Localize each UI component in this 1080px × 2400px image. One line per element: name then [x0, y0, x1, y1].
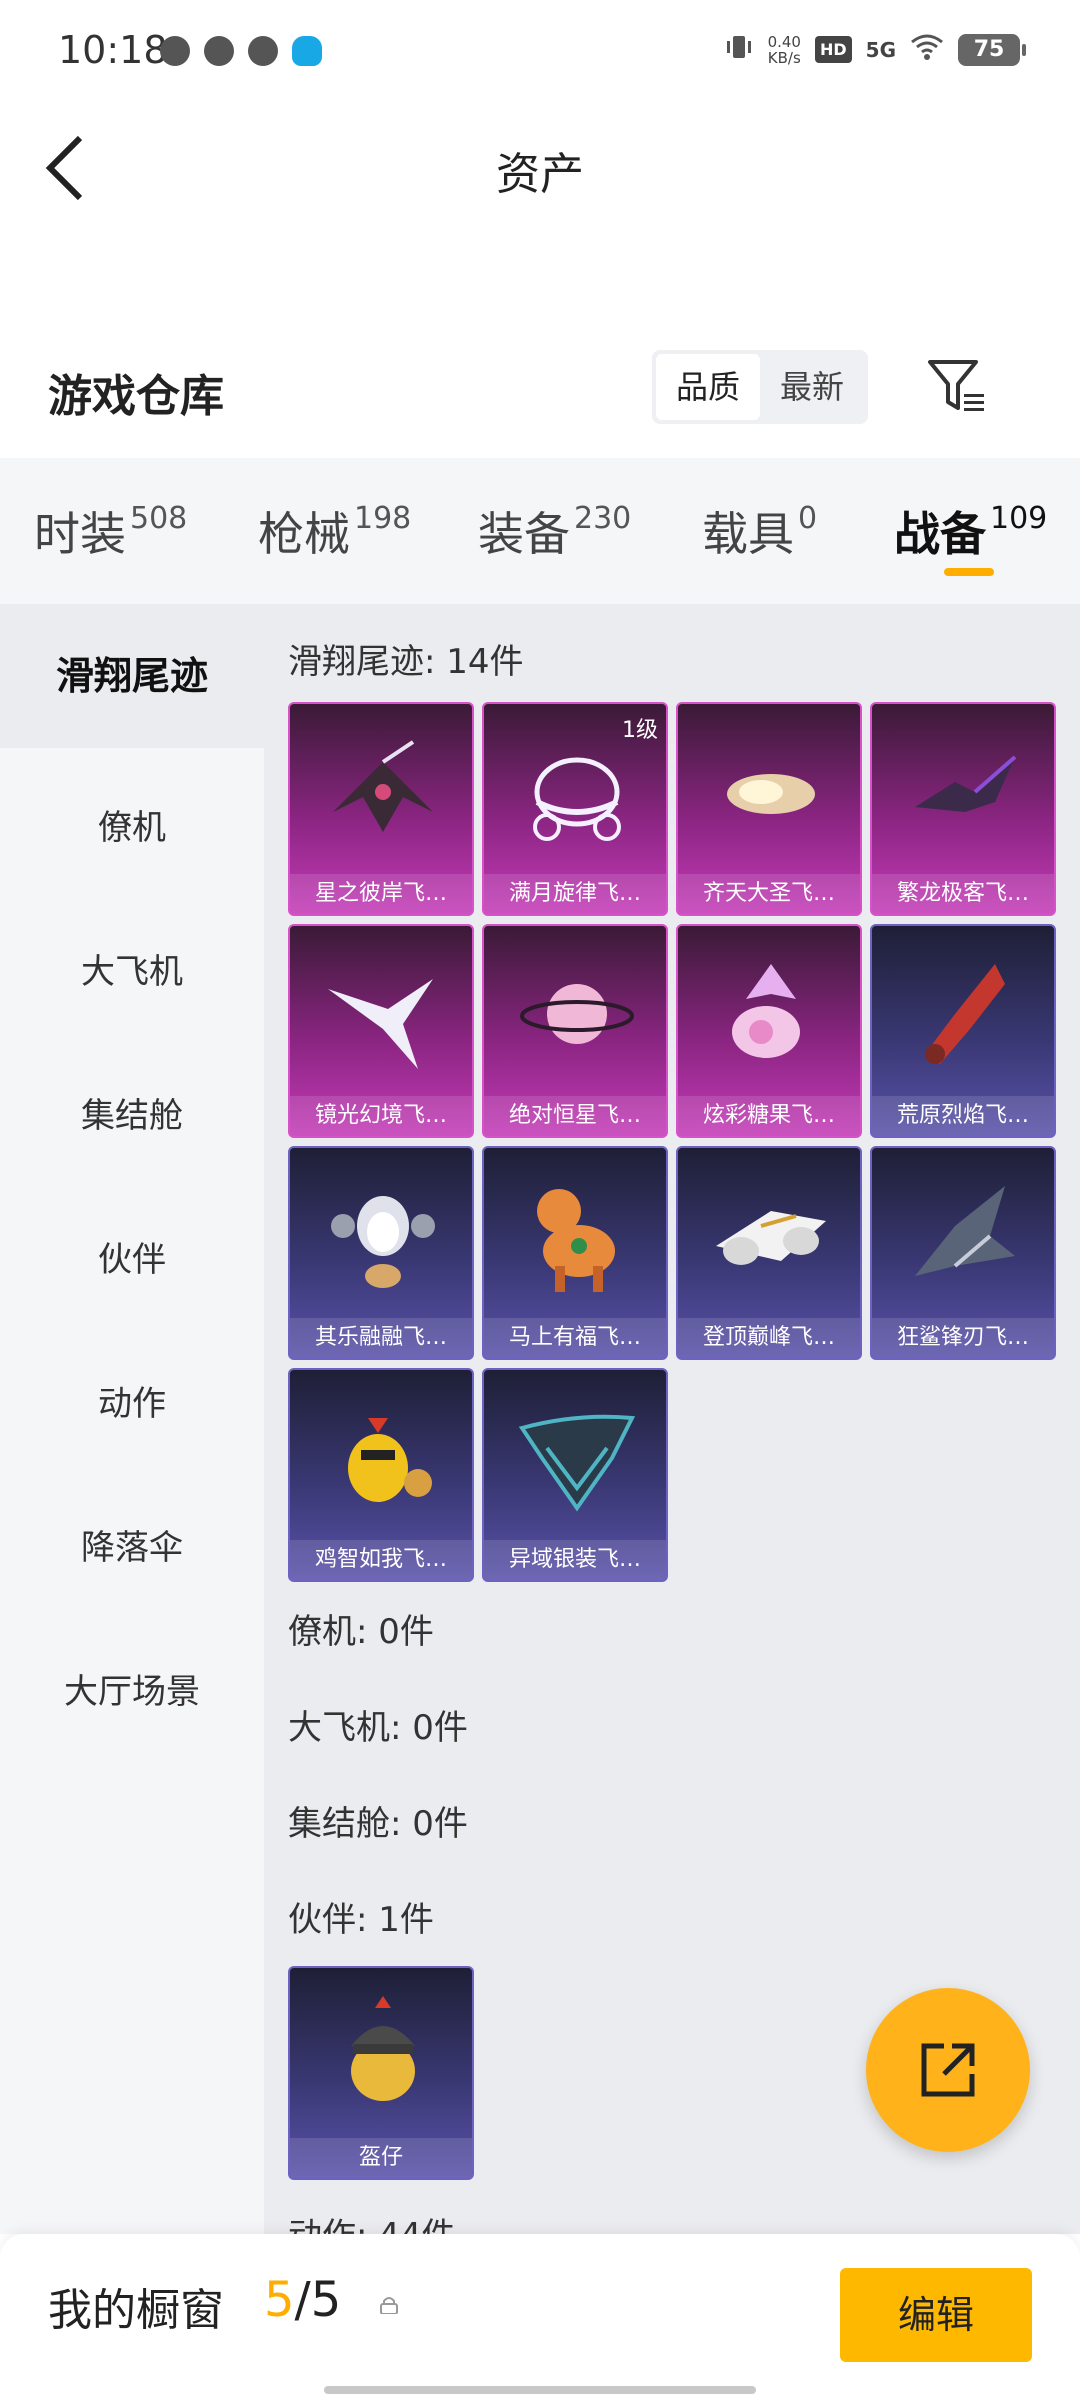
sidebar-item-wingman[interactable]: 僚机	[0, 800, 264, 849]
showcase-title: 我的橱窗	[48, 2285, 224, 2336]
dragon-wing-icon	[915, 755, 1017, 812]
lock-icon	[380, 2297, 398, 2314]
item-name: 炫彩糖果飞…	[678, 1096, 860, 1136]
status-time: 10:18	[58, 28, 168, 72]
item-name: 鸡智如我飞…	[290, 1540, 472, 1580]
item-name: 登顶巅峰飞…	[678, 1318, 860, 1358]
sidebar-item-partner[interactable]: 伙伴	[0, 1232, 264, 1281]
item-card[interactable]: 其乐融融飞…	[288, 1146, 474, 1360]
star-shore-glider-icon	[333, 740, 433, 832]
item-name: 齐天大圣飞…	[678, 874, 860, 914]
item-card[interactable]: 马上有福飞…	[482, 1146, 668, 1360]
item-card[interactable]: 炫彩糖果飞…	[676, 924, 862, 1138]
active-tab-indicator	[944, 568, 994, 576]
planet-icon	[520, 984, 634, 1044]
status-bar: 10:18 0.40 KB/s HD 5G 75	[0, 0, 1080, 104]
sidebar-item-assembly[interactable]: 集结舱	[0, 1088, 264, 1137]
jet-icon	[716, 1211, 826, 1265]
filter-icon	[928, 360, 984, 411]
tab-fashion[interactable]: 时装 508	[34, 498, 187, 564]
item-level: 1级	[622, 718, 658, 743]
tab-vehicles[interactable]: 载具 0	[702, 498, 817, 564]
browser-app-icon	[248, 36, 278, 66]
candy-icon	[732, 964, 800, 1058]
item-card[interactable]: 镜光幻境飞…	[288, 924, 474, 1138]
flame-blade-icon	[925, 964, 1005, 1064]
item-card[interactable]: 齐天大圣飞…	[676, 702, 862, 916]
external-link-icon	[921, 2043, 975, 2097]
section-title-assembly: 集结舱: 0件	[288, 1804, 468, 1844]
helmet-chick-icon	[351, 1996, 415, 2101]
section-title-big-plane: 大飞机: 0件	[288, 1708, 468, 1748]
item-name: 异域银装飞…	[484, 1540, 666, 1580]
item-card[interactable]: 绝对恒星飞…	[482, 924, 668, 1138]
edit-button[interactable]: 编辑	[840, 2268, 1032, 2362]
item-card[interactable]: 登顶巅峰飞…	[676, 1146, 862, 1360]
warehouse-title: 游戏仓库	[48, 371, 224, 422]
filter-button[interactable]	[924, 356, 988, 416]
item-name: 盔仔	[290, 2138, 472, 2178]
shark-icon	[915, 1186, 1015, 1276]
section-title-action: 动作: 44件	[288, 2208, 456, 2234]
sidebar-item-action[interactable]: 动作	[0, 1376, 264, 1425]
sidebar-item-big-plane[interactable]: 大飞机	[0, 944, 264, 993]
item-name: 星之彼岸飞…	[290, 874, 472, 914]
item-card[interactable]: 1级 满月旋律飞…	[482, 702, 668, 916]
home-indicator[interactable]	[324, 2386, 756, 2394]
page-title: 资产	[496, 149, 584, 200]
sidebar-item-lobby-scene[interactable]: 大厅场景	[0, 1664, 264, 1713]
sort-toggle: 品质 最新	[652, 350, 868, 424]
system-icons: 0.40 KB/s HD 5G 75	[724, 32, 1026, 67]
notification-icons	[160, 36, 322, 66]
tab-equipment[interactable]: 装备 230	[478, 498, 631, 564]
wechat-icon	[160, 36, 190, 66]
item-card[interactable]: 繁龙极客飞…	[870, 702, 1056, 916]
section-title-glide-trail: 滑翔尾迹: 14件	[288, 642, 524, 682]
item-name: 狂鲨锋刃飞…	[872, 1318, 1054, 1358]
sidebar: 滑翔尾迹 僚机 大飞机 集结舱 伙伴 动作 降落伞 大厅场景	[0, 604, 264, 2234]
horse-icon	[537, 1189, 615, 1292]
penguin-icon	[331, 1196, 435, 1288]
category-tabs: 时装 508 枪械 198 装备 230 载具 0 战备 109	[0, 458, 1080, 604]
item-name: 绝对恒星飞…	[484, 1096, 666, 1136]
section-title-partner: 伙伴: 1件	[288, 1900, 434, 1940]
item-card[interactable]: 鸡智如我飞…	[288, 1368, 474, 1582]
battery-indicator: 75	[958, 33, 1026, 66]
item-card[interactable]: 盔仔	[288, 1966, 474, 2180]
vibrate-icon	[724, 32, 754, 67]
item-card[interactable]: 星之彼岸飞…	[288, 702, 474, 916]
share-button[interactable]	[866, 1988, 1030, 2152]
sort-quality-button[interactable]: 品质	[656, 354, 760, 420]
showcase-bar: 我的橱窗 5/5 编辑	[0, 2234, 1080, 2400]
item-name: 荒原烈焰飞…	[872, 1096, 1054, 1136]
crystal-wing-icon	[328, 979, 433, 1069]
hd-badge: HD	[814, 36, 852, 63]
sidebar-item-parachute[interactable]: 降落伞	[0, 1520, 264, 1569]
item-card[interactable]: 狂鲨锋刃飞…	[870, 1146, 1056, 1360]
qq-icon	[292, 36, 322, 66]
golden-cloud-icon	[727, 774, 815, 814]
item-name: 马上有福飞…	[484, 1318, 666, 1358]
item-name: 其乐融融飞…	[290, 1318, 472, 1358]
net-speed: 0.40 KB/s	[767, 32, 801, 67]
item-card[interactable]: 异域银装飞…	[482, 1368, 668, 1582]
item-name: 满月旋律飞…	[484, 874, 666, 914]
chick-icon	[348, 1418, 432, 1502]
tab-readiness[interactable]: 战备 109	[894, 498, 1047, 564]
section-title-wingman: 僚机: 0件	[288, 1612, 434, 1652]
wifi-icon	[910, 33, 944, 66]
item-name: 繁龙极客飞…	[872, 874, 1054, 914]
tab-guns[interactable]: 枪械 198	[258, 498, 411, 564]
signal-5g: 5G	[865, 37, 896, 62]
alien-wing-icon	[518, 1414, 636, 1512]
item-name: 镜光幻境飞…	[290, 1096, 472, 1136]
music-app-icon	[204, 36, 234, 66]
sort-newest-button[interactable]: 最新	[760, 354, 864, 420]
sidebar-item-glide-trail[interactable]: 滑翔尾迹	[0, 604, 264, 748]
showcase-count: 5/5	[264, 2272, 342, 2328]
item-card[interactable]: 荒原烈焰飞…	[870, 924, 1056, 1138]
